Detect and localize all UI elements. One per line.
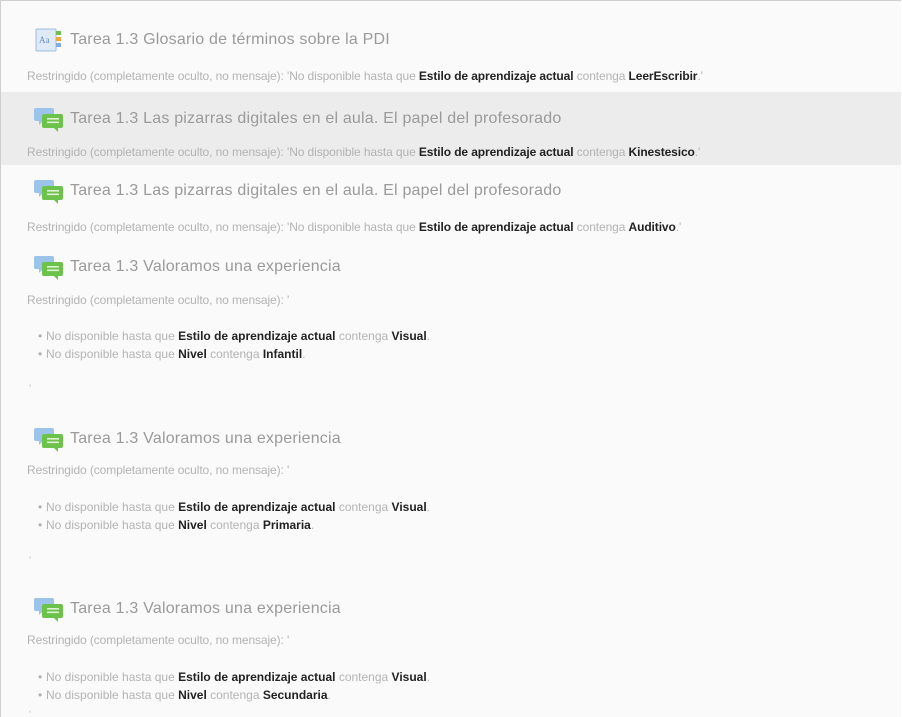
- condition-item: • No disponible hasta que Nivel contenga …: [38, 518, 315, 532]
- forum-icon: [34, 595, 64, 623]
- condition-prefix: No disponible hasta que: [46, 500, 179, 514]
- condition-suffix: .: [327, 688, 331, 702]
- activity-forum-primaria: Tarea 1.3 Valoramos una experiencia Rest…: [1, 415, 901, 585]
- restriction-prefix: Restringido (completamente oculto, no me…: [27, 145, 419, 159]
- restriction-closing: ': [29, 709, 32, 717]
- condition-prefix: No disponible hasta que: [46, 688, 179, 702]
- forum-icon: [34, 105, 64, 133]
- restriction-suffix: .': [697, 69, 703, 83]
- activity-forum-auditivo: Tarea 1.3 Las pizarras digitales en el a…: [1, 165, 901, 245]
- activity-title: Tarea 1.3 Glosario de términos sobre la …: [70, 31, 390, 48]
- condition-list: • No disponible hasta que Estilo de apren…: [38, 668, 430, 704]
- activity-forum-secundaria: Tarea 1.3 Valoramos una experiencia Rest…: [1, 585, 901, 717]
- restriction-field: Estilo de aprendizaje actual: [418, 145, 574, 159]
- activity-title: Tarea 1.3 Valoramos una experiencia: [70, 600, 341, 617]
- condition-suffix: .: [426, 329, 431, 343]
- condition-op: contenga: [206, 518, 263, 532]
- restriction-info: Restringido (completamente oculto, no me…: [27, 220, 681, 234]
- condition-op: contenga: [206, 347, 263, 361]
- restriction-field: Estilo de aprendizaje actual: [418, 69, 574, 83]
- svg-text:Aa: Aa: [39, 35, 50, 45]
- activity-link[interactable]: Tarea 1.3 Las pizarras digitales en el a…: [34, 105, 561, 133]
- activity-forum-kinestesico: Tarea 1.3 Las pizarras digitales en el a…: [1, 92, 901, 165]
- condition-prefix: No disponible hasta que: [46, 347, 179, 361]
- condition-value: Visual: [391, 500, 427, 514]
- restriction-closing: ': [29, 383, 32, 395]
- restriction-suffix: .': [675, 220, 682, 234]
- forum-icon: [34, 425, 64, 453]
- restriction-field: Estilo de aprendizaje actual: [418, 220, 574, 234]
- condition-op: contenga: [206, 688, 263, 702]
- condition-value: Primaria: [262, 518, 311, 532]
- activity-link[interactable]: Tarea 1.3 Las pizarras digitales en el a…: [34, 177, 561, 205]
- condition-suffix: .: [426, 670, 431, 684]
- condition-field: Nivel: [178, 347, 207, 361]
- condition-field: Nivel: [178, 518, 207, 532]
- restriction-value: Auditivo: [628, 220, 676, 234]
- condition-suffix: .: [302, 347, 306, 361]
- restriction-value: LeerEscribir: [628, 69, 698, 83]
- condition-suffix: .: [310, 518, 315, 532]
- course-section: Aa Tarea 1.3 Glosario de términos sobre …: [0, 0, 901, 717]
- restriction-prefix: Restringido (completamente oculto, no me…: [27, 69, 419, 83]
- condition-prefix: No disponible hasta que: [46, 670, 179, 684]
- restriction-label: Restringido (completamente oculto, no me…: [27, 633, 290, 647]
- condition-list: • No disponible hasta que Estilo de apren…: [38, 498, 430, 534]
- activity-title: Tarea 1.3 Valoramos una experiencia: [70, 430, 341, 447]
- condition-list: • No disponible hasta que Estilo de apren…: [38, 327, 430, 363]
- forum-icon: [34, 253, 64, 281]
- restriction-op: contenga: [573, 220, 629, 234]
- condition-suffix: .: [426, 500, 431, 514]
- restriction-op: contenga: [573, 69, 629, 83]
- condition-op: contenga: [335, 329, 392, 343]
- condition-field: Estilo de aprendizaje actual: [178, 670, 336, 684]
- activity-forum-infantil: Tarea 1.3 Valoramos una experiencia Rest…: [1, 245, 901, 415]
- restriction-value: Kinestesico: [628, 145, 695, 159]
- restriction-info: Restringido (completamente oculto, no me…: [27, 69, 703, 83]
- restriction-label: Restringido (completamente oculto, no me…: [27, 463, 290, 477]
- restriction-label: Restringido (completamente oculto, no me…: [27, 293, 290, 307]
- restriction-prefix: Restringido (completamente oculto, no me…: [27, 220, 419, 234]
- condition-item: • No disponible hasta que Estilo de apren…: [38, 329, 431, 343]
- condition-op: contenga: [335, 500, 392, 514]
- activity-title: Tarea 1.3 Valoramos una experiencia: [70, 258, 341, 275]
- activity-link[interactable]: Tarea 1.3 Valoramos una experiencia: [34, 253, 341, 281]
- restriction-op: contenga: [573, 145, 629, 159]
- condition-item: • No disponible hasta que Estilo de apren…: [38, 500, 431, 514]
- condition-value: Visual: [391, 670, 427, 684]
- condition-value: Secundaria: [262, 688, 328, 702]
- forum-icon: [34, 177, 64, 205]
- restriction-closing: ': [29, 555, 32, 567]
- condition-prefix: No disponible hasta que: [46, 329, 179, 343]
- restriction-info: Restringido (completamente oculto, no me…: [27, 145, 700, 159]
- glossary-icon: Aa: [34, 26, 64, 54]
- activity-link[interactable]: Aa Tarea 1.3 Glosario de términos sobre …: [34, 26, 390, 54]
- activity-title: Tarea 1.3 Las pizarras digitales en el a…: [70, 110, 562, 127]
- condition-item: • No disponible hasta que Nivel contenga …: [38, 347, 306, 361]
- activity-title: Tarea 1.3 Las pizarras digitales en el a…: [70, 182, 562, 199]
- condition-prefix: No disponible hasta que: [46, 518, 179, 532]
- restriction-suffix: .': [694, 145, 701, 159]
- condition-field: Estilo de aprendizaje actual: [178, 500, 336, 514]
- condition-field: Nivel: [178, 688, 207, 702]
- activity-glossary: Aa Tarea 1.3 Glosario de términos sobre …: [1, 1, 901, 89]
- condition-value: Visual: [391, 329, 427, 343]
- condition-item: • No disponible hasta que Estilo de apren…: [38, 670, 431, 684]
- activity-link[interactable]: Tarea 1.3 Valoramos una experiencia: [34, 425, 341, 453]
- condition-field: Estilo de aprendizaje actual: [178, 329, 336, 343]
- condition-value: Infantil: [262, 347, 303, 361]
- condition-item: • No disponible hasta que Nivel contenga …: [38, 688, 331, 702]
- condition-op: contenga: [335, 670, 392, 684]
- activity-link[interactable]: Tarea 1.3 Valoramos una experiencia: [34, 595, 341, 623]
